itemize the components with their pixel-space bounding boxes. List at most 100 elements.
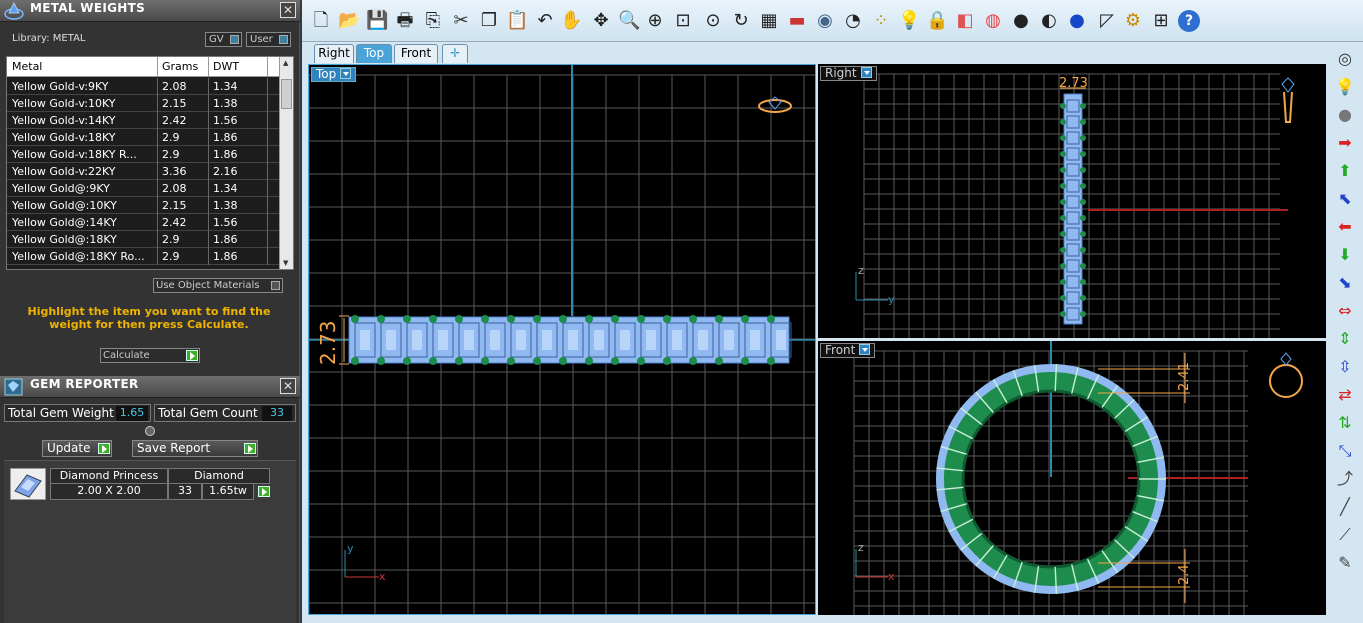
table-row[interactable]: Yellow Gold@:10KY 2.15 1.38 xyxy=(7,197,281,214)
scrollbar-thumb[interactable] xyxy=(281,79,292,109)
viewport-front-label-text: Front xyxy=(825,343,856,357)
scale-horizontal-icon[interactable]: ⇔ xyxy=(1334,300,1356,322)
user-toggle[interactable]: User xyxy=(246,32,291,47)
prong xyxy=(403,315,411,323)
panel-splitter-handle[interactable] xyxy=(145,426,155,436)
ring-preview-icon xyxy=(1283,91,1293,123)
copy-icon[interactable]: ❐ xyxy=(478,10,500,32)
viewport-front-label[interactable]: Front xyxy=(820,343,876,358)
rotate-view-icon[interactable]: ↻ xyxy=(730,10,752,32)
move-down-icon[interactable]: ⬇ xyxy=(1334,244,1356,266)
layer-icon[interactable]: ◧ xyxy=(954,10,976,32)
table-row[interactable]: Yellow Gold@:9KY 2.08 1.34 xyxy=(7,180,281,197)
zoom-window-icon[interactable]: ⊕ xyxy=(644,10,666,32)
table-row[interactable]: Yellow Gold-v:10KY 2.15 1.38 xyxy=(7,95,281,112)
tab-right[interactable]: Right xyxy=(314,44,354,63)
metal-table[interactable]: Metal Grams DWT Yellow Gold-v:9KY 2.08 1.3… xyxy=(6,56,294,270)
pen-tool-icon[interactable]: ✎ xyxy=(1334,552,1356,574)
prong xyxy=(637,315,645,323)
metal-table-scrollbar[interactable]: ▲ ▼ xyxy=(279,57,293,269)
prong xyxy=(1080,103,1086,109)
measure-icon[interactable]: ⟋ xyxy=(1334,524,1356,546)
move-up-icon[interactable]: ⬆ xyxy=(1334,160,1356,182)
render-sphere-icon[interactable]: ● xyxy=(1066,10,1088,32)
gv-toggle[interactable]: GV xyxy=(205,32,242,47)
material-sphere-icon[interactable]: ● xyxy=(1010,10,1032,32)
scale-vertical-icon[interactable]: ⇕ xyxy=(1334,328,1356,350)
play-icon xyxy=(186,350,198,361)
move-right-icon[interactable]: ➡ xyxy=(1334,132,1356,154)
column-header-metal[interactable]: Metal xyxy=(12,60,42,73)
move-left-icon[interactable]: ⬅ xyxy=(1334,216,1356,238)
table-row[interactable]: Yellow Gold-v:18KY R... 2.9 1.86 xyxy=(7,146,281,163)
settings-icon[interactable]: ⚙ xyxy=(1122,10,1144,32)
shaded-sphere-icon[interactable]: ◐ xyxy=(1038,10,1060,32)
prong xyxy=(351,357,359,365)
scale-3d-icon[interactable]: ⇳ xyxy=(1334,356,1356,378)
zoom-icon[interactable]: 🔍 xyxy=(618,10,640,32)
table-row[interactable]: Yellow Gold-v:14KY 2.42 1.56 xyxy=(7,112,281,129)
mirror-vertical-icon[interactable]: ⇅ xyxy=(1334,412,1356,434)
bend-icon[interactable]: ⤴ xyxy=(1334,468,1356,490)
cut-icon[interactable]: ✂ xyxy=(450,10,472,32)
car-icon[interactable]: ▬ xyxy=(786,10,808,32)
calculate-button[interactable]: Calculate xyxy=(100,348,200,363)
move-diagonal-icon[interactable]: ⬉ xyxy=(1334,188,1356,210)
zoom-selected-icon[interactable]: ⊙ xyxy=(702,10,724,32)
undo-icon[interactable]: ↶ xyxy=(534,10,556,32)
table-row[interactable]: Yellow Gold@:14KY 2.42 1.56 xyxy=(7,214,281,231)
viewport-top[interactable]: 2.73 y x Top xyxy=(308,64,816,615)
viewport-top-label[interactable]: Top xyxy=(311,67,357,82)
new-file-icon[interactable]: 🗋 xyxy=(310,10,332,32)
sphere-icon[interactable]: ● xyxy=(1334,104,1356,126)
camera-orbit-icon[interactable]: ◎ xyxy=(1334,48,1356,70)
paste-icon[interactable]: 📋 xyxy=(506,10,528,32)
gem-go-button[interactable] xyxy=(255,485,270,500)
light-icon[interactable]: 💡 xyxy=(898,10,920,32)
selection-icon[interactable]: ◸ xyxy=(1096,10,1118,32)
gem-list-item[interactable]: Diamond Princess Diamond 2.00 X 2.00 33 … xyxy=(8,467,270,501)
grid-layout-icon[interactable]: ▦ xyxy=(758,10,780,32)
save-icon[interactable]: 💾 xyxy=(366,10,388,32)
light-bulb-icon[interactable]: 💡 xyxy=(1334,76,1356,98)
color-wheel-icon[interactable]: ◍ xyxy=(982,10,1004,32)
object-snap-icon[interactable]: ⁘ xyxy=(870,10,892,32)
table-row[interactable]: Yellow Gold-v:9KY 2.08 1.34 xyxy=(7,78,281,95)
mirror-horizontal-icon[interactable]: ⇄ xyxy=(1334,384,1356,406)
plus-icon[interactable]: ✛ xyxy=(442,44,468,63)
viewport-right-label[interactable]: Right xyxy=(820,66,877,81)
export-icon[interactable]: ⎘ xyxy=(422,10,444,32)
hierarchy-icon[interactable]: ⊞ xyxy=(1150,10,1172,32)
use-object-materials-button[interactable]: Use Object Materials xyxy=(153,278,283,293)
mirror-3d-icon[interactable]: ⤡ xyxy=(1334,440,1356,462)
table-row[interactable]: Yellow Gold@:18KY Ro... 2.9 1.86 xyxy=(7,248,281,265)
metal-name-cell: Yellow Gold-v:22KY xyxy=(12,165,116,178)
help-icon[interactable]: ? xyxy=(1178,10,1200,32)
lock-icon[interactable]: 🔒 xyxy=(926,10,948,32)
prong xyxy=(1080,295,1086,301)
close-icon[interactable]: ✕ xyxy=(280,2,296,18)
update-button[interactable]: Update xyxy=(42,440,112,457)
move-icon[interactable]: ✥ xyxy=(590,10,612,32)
line-tool-icon[interactable]: ╱ xyxy=(1334,496,1356,518)
zoom-extents-icon[interactable]: ⊡ xyxy=(672,10,694,32)
table-row[interactable]: Yellow Gold-v:18KY 2.9 1.86 xyxy=(7,129,281,146)
viewport-front[interactable]: 2.41 2.4 z x Front xyxy=(818,341,1326,615)
column-header-grams[interactable]: Grams xyxy=(162,60,198,73)
save-report-button[interactable]: Save Report xyxy=(132,440,258,457)
snap-icon[interactable]: ◔ xyxy=(842,10,864,32)
total-gem-count-label: Total Gem Count xyxy=(158,406,258,420)
grams-cell: 2.9 xyxy=(162,250,180,263)
print-icon[interactable]: 🖶 xyxy=(394,10,416,32)
table-row[interactable]: Yellow Gold-v:22KY 3.36 2.16 xyxy=(7,163,281,180)
open-folder-icon[interactable]: 📂 xyxy=(338,10,360,32)
tab-front[interactable]: Front xyxy=(394,44,438,63)
eye-icon[interactable]: ◉ xyxy=(814,10,836,32)
table-row[interactable]: Yellow Gold@:18KY 2.9 1.86 xyxy=(7,231,281,248)
close-icon[interactable]: ✕ xyxy=(280,378,296,394)
column-header-dwt[interactable]: DWT xyxy=(213,60,239,73)
tab-top[interactable]: Top xyxy=(356,44,392,63)
pan-hand-icon[interactable]: ✋ xyxy=(560,10,582,32)
viewport-right[interactable]: 2.73 z y Right xyxy=(818,64,1326,338)
scale-diagonal-icon[interactable]: ⬊ xyxy=(1334,272,1356,294)
